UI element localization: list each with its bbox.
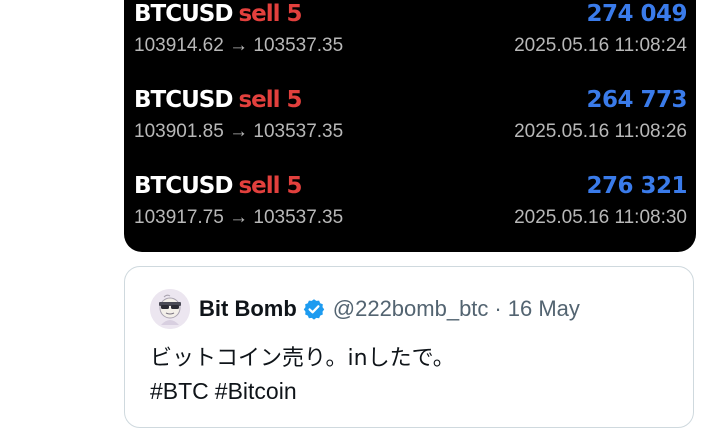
- quoted-post-card[interactable]: Bit Bomb @222bomb_btc · 16 May ビットコイン売り。…: [124, 266, 694, 428]
- quoted-post-text: ビットコイン売り。inしたで。: [150, 346, 455, 371]
- trade-symbol-line: BTCUSD sell 5: [134, 86, 303, 114]
- trade-symbol-line: BTCUSD sell 5: [134, 0, 303, 28]
- trade-prices: 103914.62 → 103537.35: [134, 35, 344, 56]
- trade-symbol-line: BTCUSD sell 5: [134, 172, 303, 200]
- trade-prices: 103917.75 → 103537.35: [134, 207, 344, 228]
- quoted-post-header: Bit Bomb @222bomb_btc · 16 May: [199, 293, 679, 325]
- trade-amount: 276 321: [586, 173, 687, 199]
- trade-amount: 274 049: [586, 1, 687, 27]
- trade-timestamp: 2025.05.16 11:08:24: [514, 35, 687, 56]
- bomb-avatar-icon[interactable]: [150, 289, 190, 329]
- trade-row: BTCUSD sell 5 276 321 103917.75 → 103537.…: [124, 172, 696, 252]
- trade-row: BTCUSD sell 5 264 773 103901.85 → 103537.…: [124, 86, 696, 172]
- verified-badge-icon: [303, 298, 325, 320]
- trade-symbol: BTCUSD: [134, 87, 233, 113]
- trade-side: sell 5: [238, 87, 302, 113]
- trade-side: sell 5: [238, 173, 302, 199]
- trade-symbol: BTCUSD: [134, 1, 233, 27]
- trade-timestamp: 2025.05.16 11:08:26: [514, 121, 687, 142]
- trade-side: sell 5: [238, 1, 302, 27]
- hashtag-line: #BTC #Bitcoin: [150, 375, 670, 407]
- author-handle[interactable]: @222bomb_btc: [333, 296, 489, 322]
- trade-prices: 103901.85 → 103537.35: [134, 121, 344, 142]
- author-name[interactable]: Bit Bomb: [199, 296, 297, 322]
- separator-dot: ·: [494, 296, 502, 321]
- post-date[interactable]: 16 May: [508, 296, 580, 322]
- trade-timestamp: 2025.05.16 11:08:30: [514, 207, 687, 228]
- trade-row: BTCUSD sell 5 274 049 103914.62 → 103537.…: [124, 0, 696, 86]
- hashtag-bitcoin[interactable]: #Bitcoin: [215, 378, 297, 404]
- trade-history-image[interactable]: BTCUSD sell 5 274 049 103914.62 → 103537.…: [124, 0, 696, 252]
- hashtag-btc[interactable]: #BTC: [150, 378, 209, 404]
- trade-amount: 264 773: [586, 87, 687, 113]
- trade-symbol: BTCUSD: [134, 173, 233, 199]
